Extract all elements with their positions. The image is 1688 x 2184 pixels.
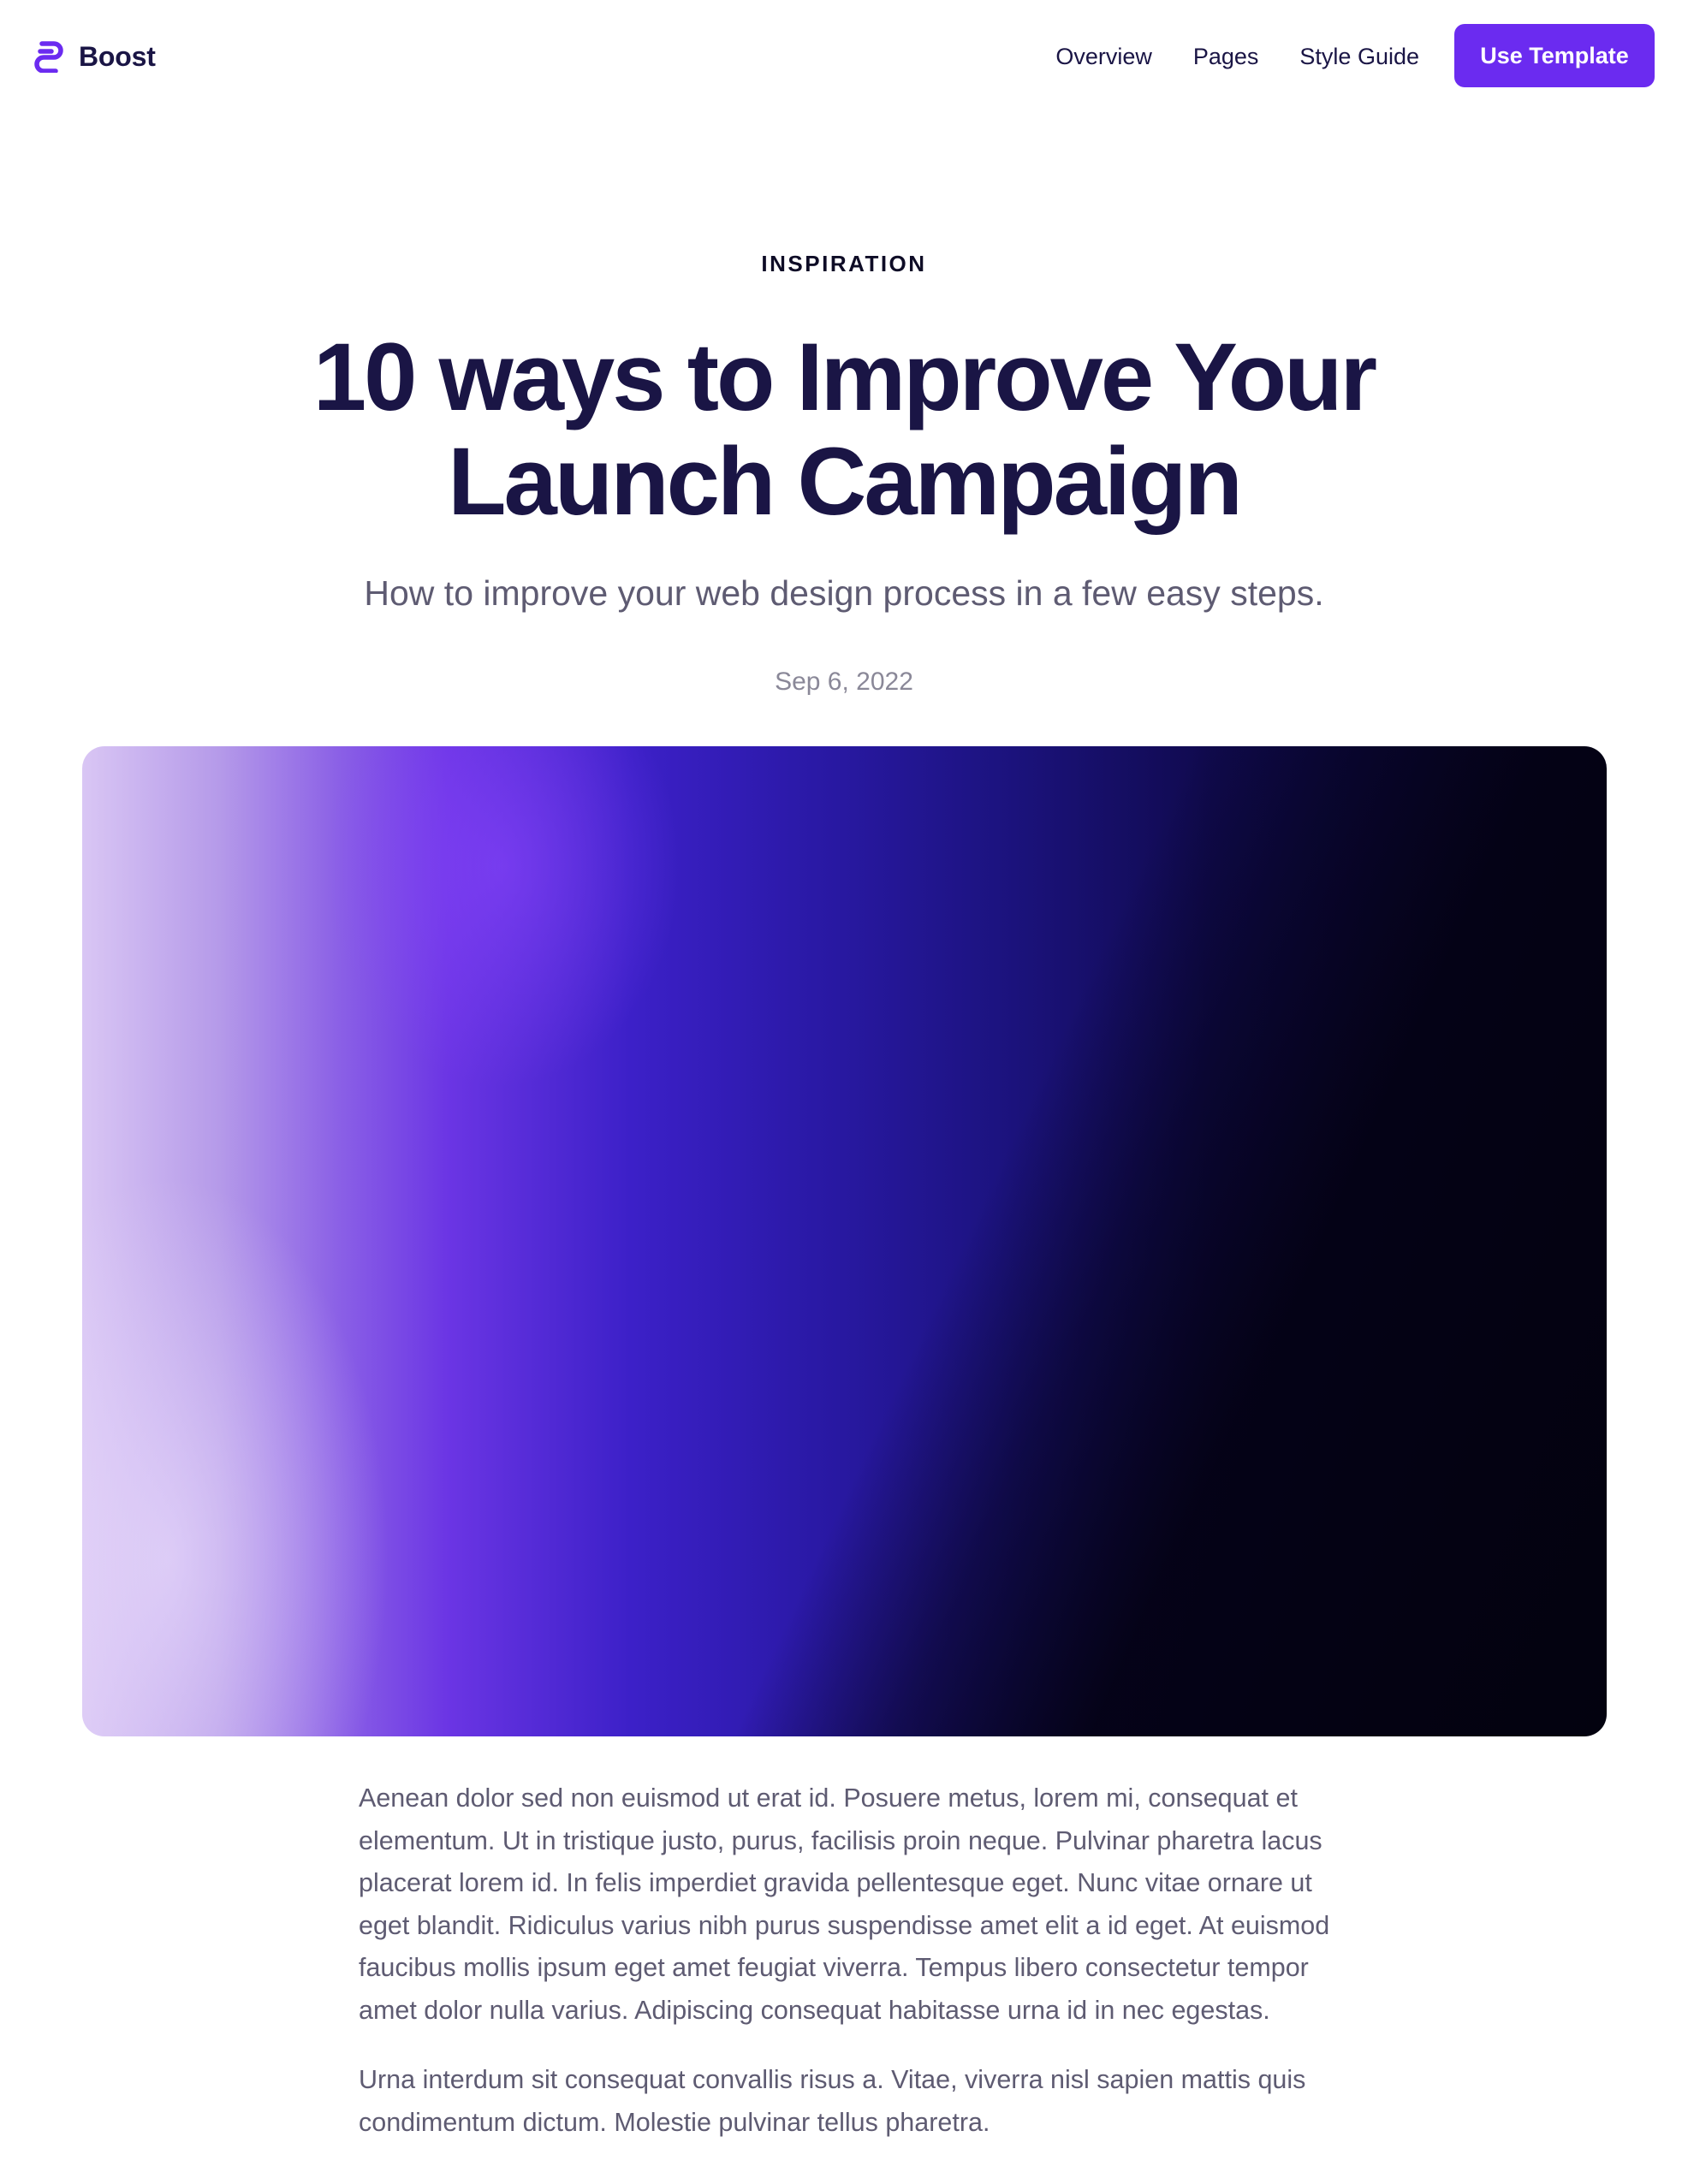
post-category: INSPIRATION — [761, 251, 927, 276]
nav-link-overview[interactable]: Overview — [1055, 44, 1152, 70]
brand-logo-link[interactable]: Boost — [33, 38, 156, 75]
top-navigation: Boost Overview Pages Style Guide Use Tem… — [0, 0, 1688, 111]
post-title-line-1: 10 ways to Improve Your — [312, 323, 1377, 430]
post-title-line-2: Launch Campaign — [448, 428, 1243, 535]
post-date: Sep 6, 2022 — [775, 668, 913, 696]
hero-image — [82, 746, 1607, 1736]
use-template-button[interactable]: Use Template — [1454, 24, 1655, 87]
post-paragraph: Aenean dolor sed non euismod ut erat id.… — [359, 1783, 1330, 2025]
post-subtitle: How to improve your web design process i… — [364, 573, 1324, 613]
hero-image-light — [82, 1174, 390, 1736]
post-paragraph: Urna interdum sit consequat convallis ri… — [359, 2065, 1306, 2137]
nav-link-pages[interactable]: Pages — [1193, 44, 1259, 70]
post-body: Aenean dolor sed non euismod ut erat id.… — [359, 1777, 1334, 2171]
nav-link-style-guide[interactable]: Style Guide — [1299, 44, 1419, 70]
brand-name: Boost — [79, 40, 156, 72]
nav-links: Overview Pages Style Guide — [1055, 39, 1419, 74]
hero-image-glow — [322, 746, 681, 1089]
boost-logo-icon — [34, 41, 63, 73]
post-title: 10 ways to Improve Your Launch Campaign — [159, 325, 1529, 534]
